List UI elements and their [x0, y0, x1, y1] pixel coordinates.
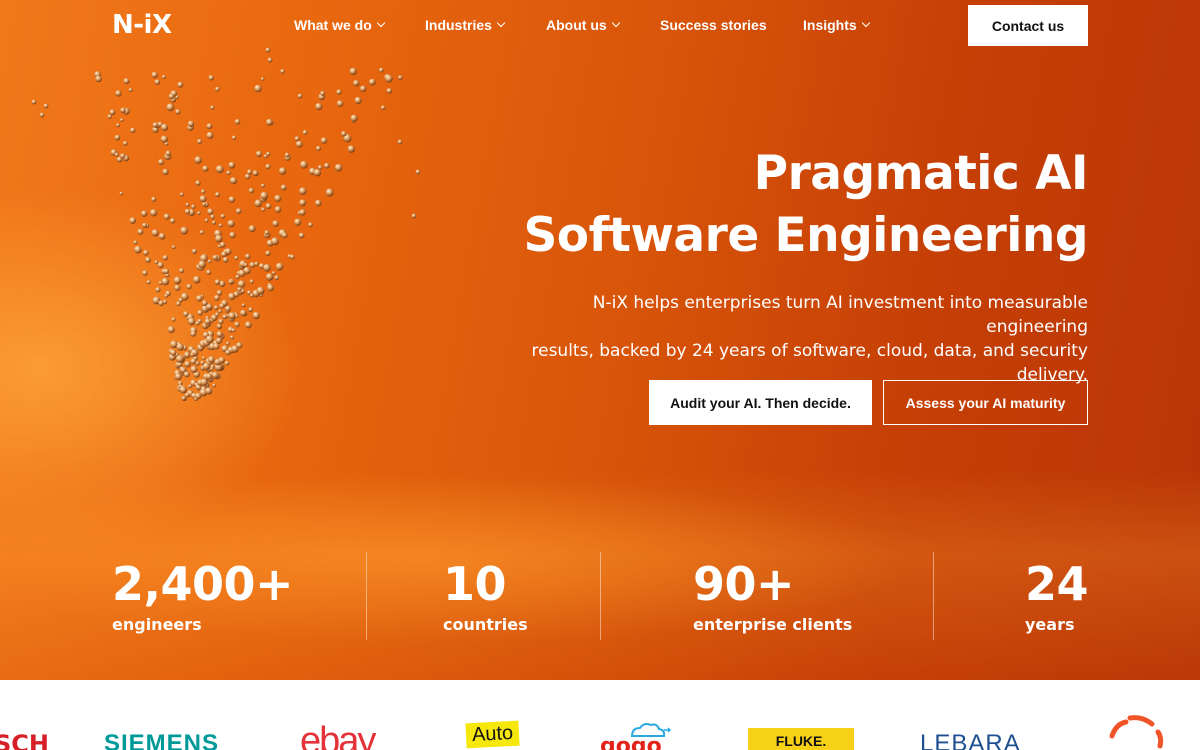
hero-title-line-1: Pragmatic AI [753, 146, 1089, 201]
client-logo-text: ebay [300, 720, 376, 750]
client-logo-text: Auto [471, 721, 514, 747]
client-logo-ebay: ebay [300, 720, 376, 750]
client-logo-text: FLUKE. [775, 733, 827, 749]
assess-ai-maturity-button[interactable]: Assess your AI maturity [883, 380, 1088, 425]
stat-label: years [1024, 615, 1075, 634]
hero-title-line-2: Software Engineering [523, 208, 1088, 263]
nav-item-about-us[interactable]: About us [546, 17, 620, 33]
client-logo-text: SIEMENS [104, 730, 220, 750]
nav-item-industries[interactable]: Industries [425, 17, 506, 33]
hero-subtitle: N-iX helps enterprises turn AI investmen… [488, 291, 1089, 387]
stat-value: 10 [443, 557, 507, 611]
client-logo-gogo: gogo [600, 720, 680, 750]
client-logo-bosch: SCH [0, 730, 49, 750]
chevron-down-icon [861, 18, 870, 28]
client-logo-auto: Auto [465, 720, 520, 749]
hero-section: N-iX What we do Industries About us Succ… [0, 0, 1200, 680]
nav-item-label: Industries [425, 17, 492, 33]
client-logo-swirl [1108, 714, 1168, 750]
nav-item-success-stories[interactable]: Success stories [660, 17, 767, 33]
stat-label: countries [443, 615, 528, 634]
client-logos-strip: SCH SIEMENS ebay Auto gogo FLUKE. LEBARA [0, 680, 1200, 750]
client-logo-fluke: FLUKE. [748, 728, 854, 750]
stat-value: 90+ [693, 557, 795, 611]
client-logo-siemens: SIEMENS [104, 730, 219, 750]
nix-logo[interactable]: N-iX [112, 10, 172, 40]
particle-cloud-graphic [31, 47, 421, 401]
nav-item-what-we-do[interactable]: What we do [294, 17, 386, 33]
contact-us-button[interactable]: Contact us [968, 5, 1088, 46]
hero-title: Pragmatic AI Software Engineering [523, 143, 1088, 267]
stat-engineers: 2,400+ engineers [112, 556, 294, 636]
audit-ai-button[interactable]: Audit your AI. Then decide. [649, 380, 872, 425]
stat-years: 24 years [1024, 556, 1089, 636]
chevron-down-icon [611, 18, 620, 28]
nav-item-label: What we do [294, 17, 372, 33]
nav-item-label: Insights [803, 17, 857, 33]
client-logo-text: SCH [0, 730, 49, 750]
stat-label: enterprise clients [693, 615, 853, 634]
stat-label: engineers [112, 615, 202, 634]
nav-item-label: About us [546, 17, 607, 33]
nav-item-label: Success stories [660, 17, 767, 33]
hero-subtitle-line-1: N-iX helps enterprises turn AI investmen… [592, 293, 1088, 337]
stat-divider [600, 552, 601, 640]
client-logo-lebara: LEBARA [920, 730, 1021, 750]
swirl-logo-icon [1109, 715, 1164, 749]
stat-value: 24 [1024, 557, 1089, 611]
client-logo-text: gogo [600, 734, 662, 750]
stat-enterprise-clients: 90+ enterprise clients [693, 556, 852, 636]
client-logo-text: LEBARA [920, 730, 1021, 750]
chevron-down-icon [496, 18, 506, 28]
stat-countries: 10 countries [443, 556, 528, 636]
stat-divider [933, 552, 934, 640]
nav-item-insights[interactable]: Insights [803, 17, 870, 33]
stat-value: 2,400+ [112, 557, 294, 611]
stat-divider [366, 552, 367, 640]
chevron-down-icon [376, 18, 386, 28]
